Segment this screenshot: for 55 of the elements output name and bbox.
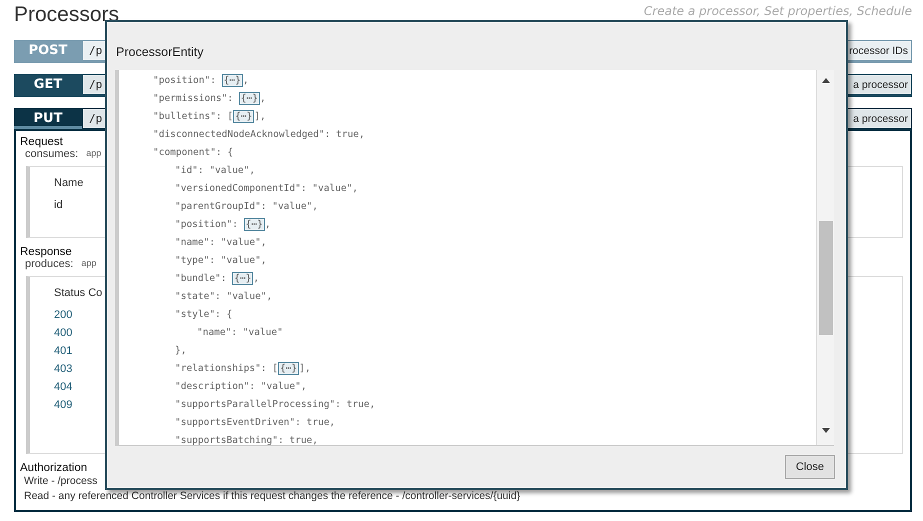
table-cell: id	[54, 199, 63, 211]
column-header: Status Co	[54, 287, 102, 299]
status-code-link[interactable]: 400	[54, 327, 72, 339]
code-line: "parentGroupId": "value",	[174, 200, 319, 214]
section-heading: Response	[20, 246, 72, 258]
page-title: Processors	[14, 3, 120, 27]
code-line: "style": {	[174, 308, 234, 322]
collapsed-object-link[interactable]: {⋯}	[244, 218, 265, 231]
code-line: "name": "value",	[174, 236, 268, 250]
code-line: "disconnectedNodeAcknowledged": true,	[152, 128, 366, 142]
field-value: app	[81, 258, 96, 270]
scrollbar[interactable]	[816, 70, 834, 445]
status-code-link[interactable]: 403	[54, 363, 72, 375]
code-line: },	[174, 344, 188, 358]
code-line: "versionedComponentId": "value",	[174, 182, 360, 196]
status-code-link[interactable]: 401	[54, 345, 72, 357]
column-header: Name	[54, 177, 84, 189]
code-line: "bulletins": [ {⋯} ],	[152, 109, 267, 125]
status-code-link[interactable]: 404	[54, 381, 72, 393]
code-line: "relationships": [ {⋯} ],	[174, 361, 312, 377]
code-line: "state": "value",	[174, 290, 274, 304]
field-value: app	[86, 148, 102, 160]
collapsed-object-link[interactable]: {⋯}	[278, 362, 300, 375]
code-line: "supportsParallelProcessing": true,	[174, 398, 376, 412]
code-line: "permissions": {⋯} ,	[152, 91, 267, 107]
dialog-title: ProcessorEntity	[116, 45, 204, 59]
field-label: consumes:	[25, 148, 78, 160]
code-line: "type": "value",	[174, 254, 268, 268]
code-line: "id": "value",	[174, 164, 256, 178]
collapsed-object-link[interactable]: {⋯}	[233, 110, 254, 123]
status-code-link[interactable]: 409	[54, 399, 72, 411]
code-line: "bundle": {⋯} ,	[174, 271, 260, 287]
authorization-text: Write - /process	[24, 474, 98, 489]
field-label: produces:	[25, 258, 74, 270]
collapsed-object-link[interactable]: {⋯}	[232, 272, 254, 285]
code-line: "position": {⋯} ,	[174, 217, 272, 233]
code-line: "supportsBatching": true,	[174, 434, 319, 445]
close-button[interactable]: Close	[784, 455, 835, 479]
section-heading: Request	[20, 136, 63, 148]
code-line: "component": {	[152, 146, 234, 160]
authorization-text: Read - any referenced Controller Services if this request changes the reference - /controller-services/{uuid}	[24, 489, 520, 504]
section-heading: Authorization	[20, 462, 88, 474]
code-line: "supportsEventDriven": true,	[174, 416, 336, 430]
method-label[interactable]: GET	[14, 74, 82, 95]
collapsed-object-link[interactable]: {⋯}	[238, 92, 260, 105]
collapsed-object-link[interactable]: {⋯}	[222, 74, 243, 87]
status-code-link[interactable]: 200	[54, 309, 72, 321]
page-subtitle: Create a processor, Set properties, Schedule	[644, 3, 912, 19]
code-line: "position": {⋯} ,	[152, 73, 250, 89]
scroll-up-icon[interactable]	[822, 78, 830, 83]
scroll-down-icon[interactable]	[822, 428, 830, 433]
code-line: "description": "value",	[174, 380, 308, 394]
code-line: "name": "value"	[196, 326, 284, 340]
method-label[interactable]: PUT	[14, 108, 82, 129]
scrollbar-thumb[interactable]	[818, 221, 832, 335]
